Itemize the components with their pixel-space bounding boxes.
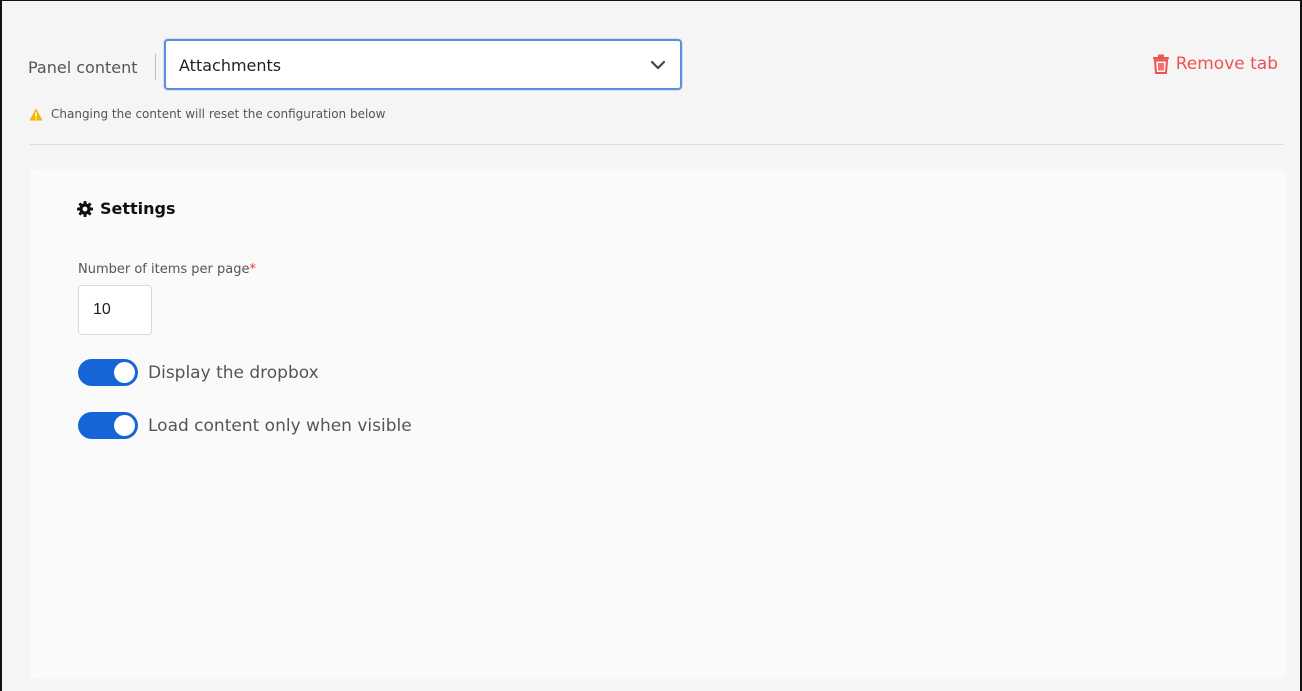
toggle-knob xyxy=(114,362,135,383)
required-marker: * xyxy=(249,262,257,277)
display-dropbox-row: Display the dropbox xyxy=(78,359,319,386)
chevron-down-icon xyxy=(650,60,666,70)
panel-content-select[interactable]: Attachments xyxy=(164,39,682,90)
label-separator xyxy=(155,54,156,80)
panel-content-selected-value: Attachments xyxy=(179,56,282,75)
load-when-visible-row: Load content only when visible xyxy=(78,412,412,439)
settings-heading: Settings xyxy=(77,199,176,218)
toggle-knob xyxy=(114,415,135,436)
display-dropbox-toggle[interactable] xyxy=(78,359,138,386)
items-per-page-label: Number of items per page* xyxy=(78,262,256,277)
section-divider xyxy=(30,144,1284,145)
load-when-visible-label: Load content only when visible xyxy=(148,415,412,436)
warning-text: Changing the content will reset the conf… xyxy=(51,107,386,121)
panel-content-label: Panel content xyxy=(28,58,138,77)
remove-tab-label: Remove tab xyxy=(1175,54,1278,74)
panel-content-header: Panel content Attachments Remove tab Cha… xyxy=(2,1,1300,144)
tab-configuration-frame: Panel content Attachments Remove tab Cha… xyxy=(0,0,1302,691)
display-dropbox-label: Display the dropbox xyxy=(148,362,319,383)
content-change-warning: Changing the content will reset the conf… xyxy=(29,107,385,121)
trash-icon xyxy=(1152,54,1169,74)
remove-tab-button[interactable]: Remove tab xyxy=(1152,54,1278,74)
items-per-page-input[interactable]: 10 xyxy=(78,285,152,335)
items-per-page-label-text: Number of items per page xyxy=(78,262,250,277)
load-when-visible-toggle[interactable] xyxy=(78,412,138,439)
warning-icon xyxy=(29,108,43,120)
settings-title: Settings xyxy=(100,199,176,218)
gear-icon xyxy=(77,200,93,217)
settings-panel: Settings Number of items per page* 10 Di… xyxy=(30,169,1287,679)
